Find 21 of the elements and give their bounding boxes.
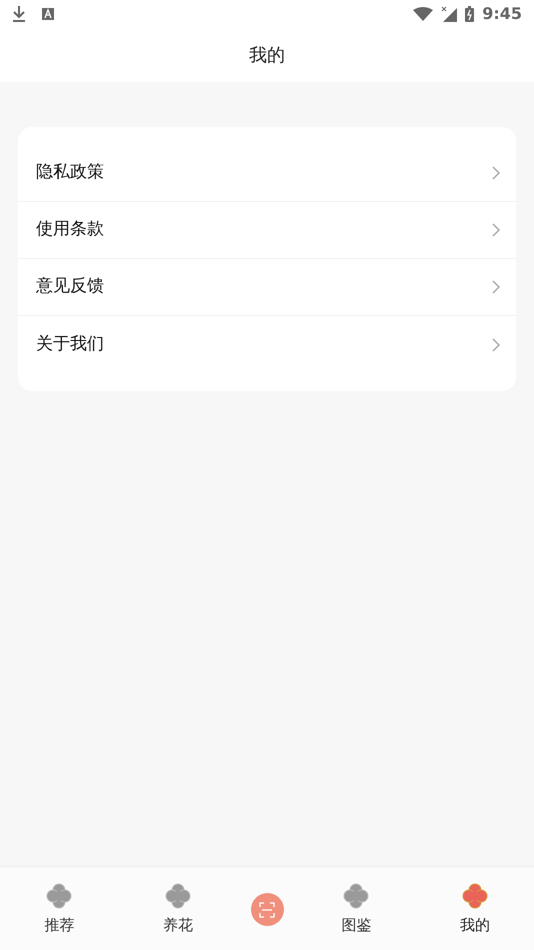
chevron-right-icon xyxy=(492,223,500,237)
tab-item[interactable]: 我的 xyxy=(416,883,534,936)
download-icon xyxy=(12,6,26,22)
tab-item[interactable]: 推荐 xyxy=(0,883,118,936)
tab-item[interactable]: 图鉴 xyxy=(297,883,416,936)
menu-item[interactable]: 使用条款 xyxy=(18,202,516,259)
signal-icon xyxy=(441,6,458,22)
scan-icon xyxy=(259,902,275,918)
menu-item[interactable]: 意见反馈 xyxy=(18,259,516,316)
chevron-right-icon xyxy=(492,166,500,180)
chevron-right-icon xyxy=(492,338,500,352)
tab-item[interactable]: 养花 xyxy=(118,883,237,936)
keyboard-app-icon xyxy=(42,8,54,20)
chevron-right-icon xyxy=(492,280,500,294)
scan-button[interactable] xyxy=(250,893,284,926)
page-title: 我的 xyxy=(249,44,285,68)
menu-item[interactable]: 关于我们 xyxy=(18,316,516,373)
status-time: 9:45 xyxy=(482,3,522,25)
wifi-icon xyxy=(413,7,434,21)
battery-icon xyxy=(465,6,474,22)
menu-item[interactable]: 隐私政策 xyxy=(18,145,516,202)
